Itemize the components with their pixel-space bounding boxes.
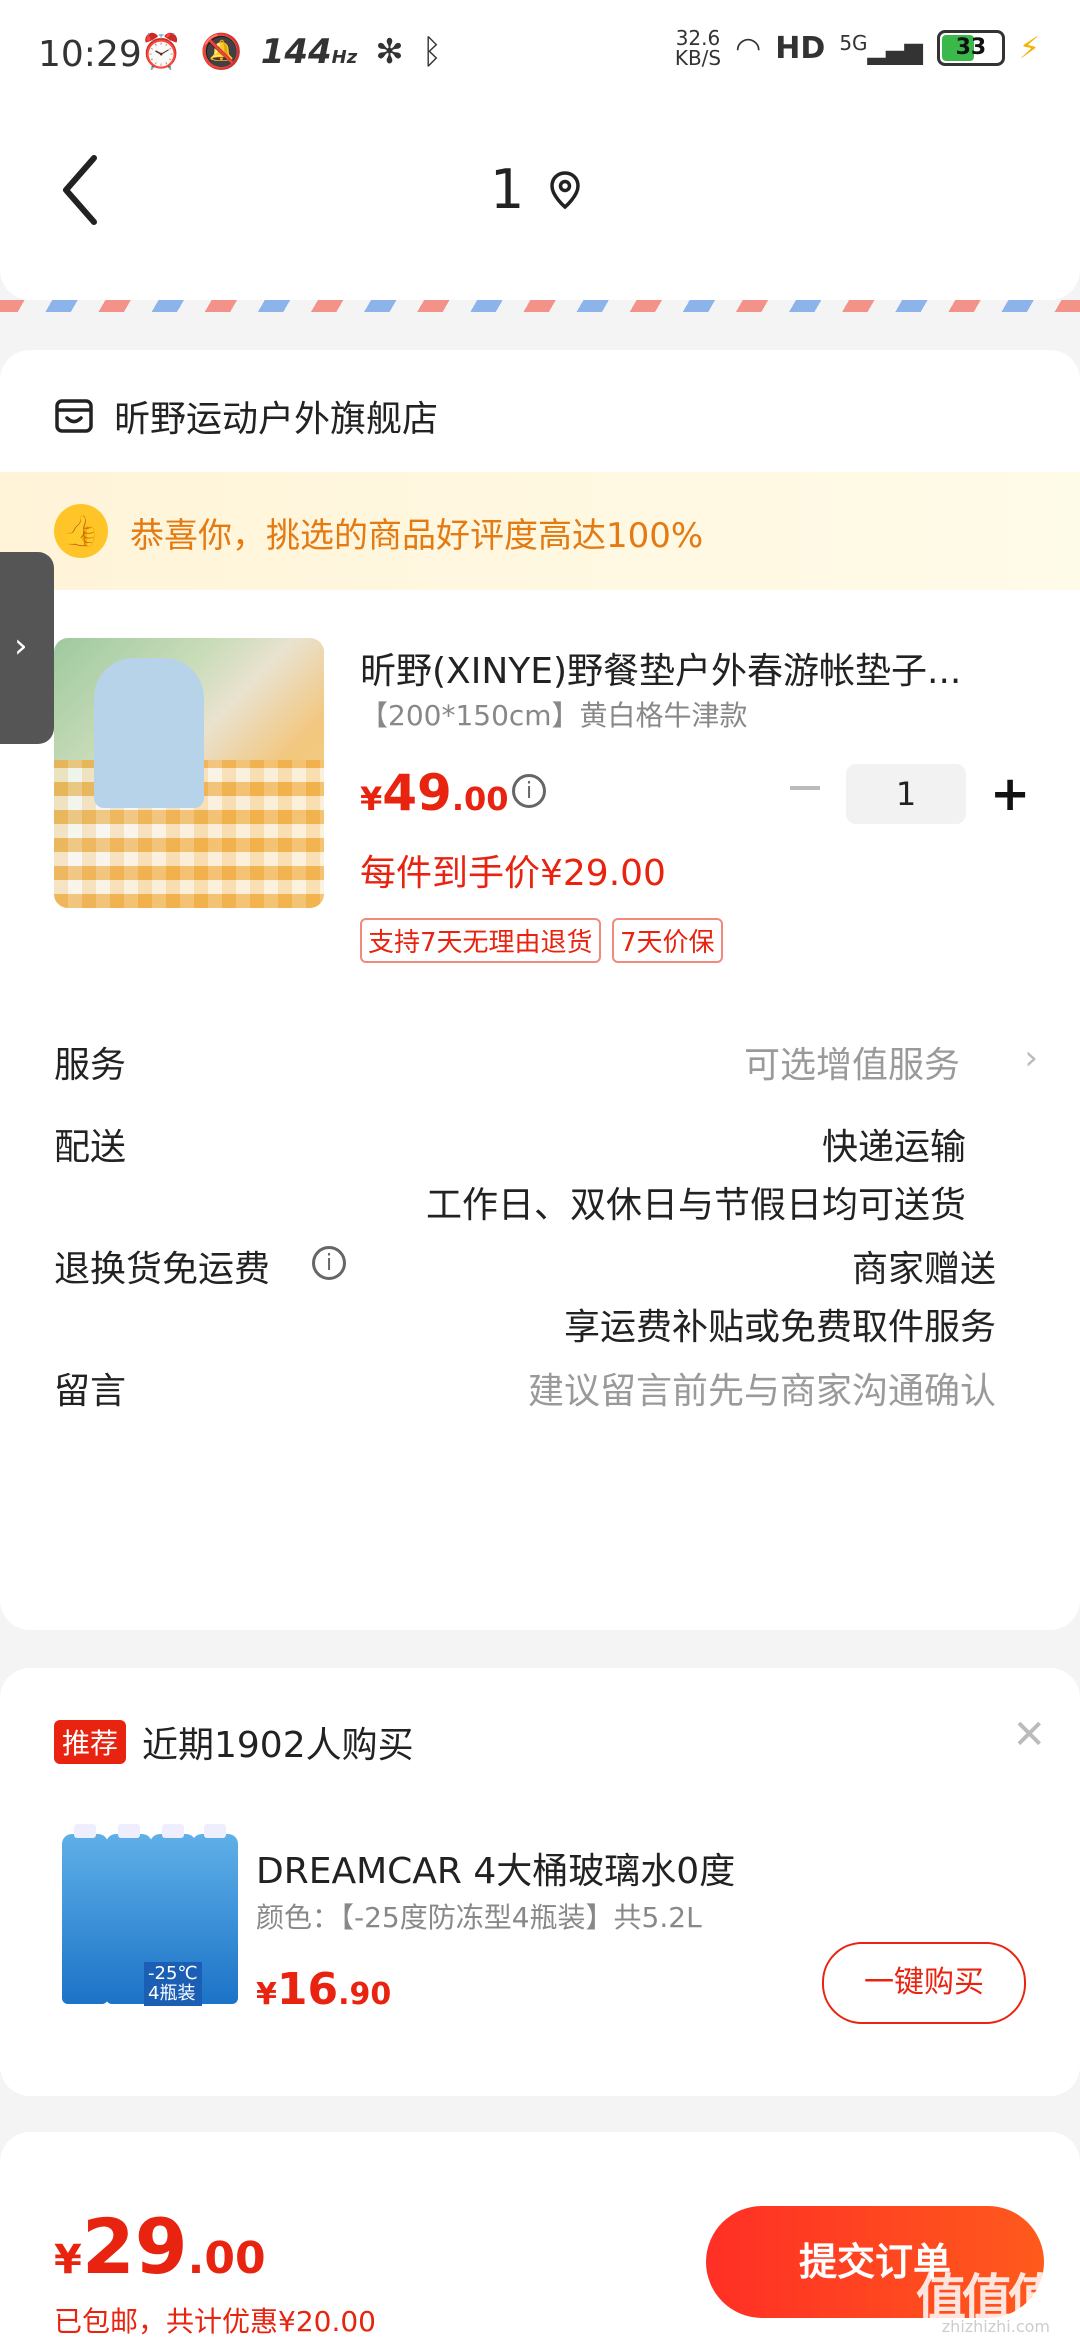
thumbs-up-icon: 👍	[54, 504, 108, 558]
recommend-product-name[interactable]: DREAMCAR 4大桶玻璃水0度	[256, 1842, 735, 1894]
praise-banner: 👍 恭喜你，挑选的商品好评度高达100%	[0, 472, 1080, 590]
recommend-image-label: -25℃ 4瓶装	[144, 1962, 202, 2006]
product-image[interactable]	[54, 638, 324, 908]
return-info-icon[interactable]: i	[312, 1246, 346, 1280]
tag-return-policy: 支持7天无理由退货	[360, 918, 601, 963]
fan-icon: ✻	[375, 32, 404, 72]
tag-price-protection: 7天价保	[612, 918, 723, 963]
message-input[interactable]: 建议留言前先与商家沟通确认	[528, 1362, 996, 1414]
store-icon	[55, 399, 93, 433]
praise-text: 恭喜你，挑选的商品好评度高达100%	[130, 516, 704, 556]
recommend-product-spec: 颜色：【-25度防冻型4瓶装】共5.2L	[256, 1901, 702, 1934]
store-header[interactable]: 昕野运动户外旗舰店	[54, 390, 438, 442]
signal-icon: 5G▂▄▆	[839, 31, 923, 65]
service-label: 服务	[54, 1045, 127, 1086]
charging-icon: ⚡	[1018, 30, 1040, 66]
service-value[interactable]: 可选增值服务	[744, 1036, 960, 1088]
airmail-border	[0, 300, 1080, 312]
checkout-bar: ¥29.00 已包邮，共计优惠¥20.00 提交订单 值值值 zhizhizhi…	[0, 2132, 1080, 2340]
alarm-icon: ⏰	[140, 32, 183, 72]
recommend-badge: 推荐	[54, 1720, 127, 1764]
delivery-label: 配送	[54, 1127, 127, 1168]
status-time: 10:29	[38, 34, 142, 75]
back-arrow-icon[interactable]	[54, 150, 114, 230]
discount-note: 已包邮，共计优惠¥20.00	[54, 2305, 376, 2338]
hd-label: HD	[775, 30, 826, 66]
return-label: 退换货免运费	[54, 1249, 271, 1290]
network-speed: 32.6 KB/S	[674, 26, 722, 70]
battery-icon: 33	[936, 30, 1005, 66]
location-pin-icon[interactable]	[548, 170, 582, 210]
product-title[interactable]: 昕野(XINYE)野餐垫户外春游帐垫子...	[360, 642, 1000, 694]
delivery-value[interactable]: 快递运输	[822, 1118, 966, 1170]
delivery-note: 工作日、双休日与节假日均可送货	[425, 1185, 966, 1226]
quantity-increase-button[interactable]: +	[990, 766, 1030, 822]
message-label: 留言	[54, 1371, 127, 1412]
order-store-card: 昕野运动户外旗舰店 👍 恭喜你，挑选的商品好评度高达100% 昕野(XINYE)…	[0, 350, 1080, 1630]
product-price: ¥49.00	[360, 764, 509, 822]
address-name[interactable]: 1	[490, 158, 524, 221]
quantity-stepper[interactable]: 1	[846, 764, 966, 824]
one-click-buy-button[interactable]: 一键购买	[822, 1942, 1026, 2024]
watermark-url: zhizhizhi.com	[941, 2317, 1050, 2336]
address-header: 1	[0, 110, 1080, 300]
bluetooth-icon: ᛒ	[421, 32, 443, 72]
status-bar: 10:29 ⏰ 🔕 144Hz ✻ ᛒ 32.6 KB/S ◠ HD 5G▂▄▆…	[0, 0, 1080, 110]
store-name: 昕野运动户外旗舰店	[114, 399, 439, 440]
total-price: ¥29.00	[54, 2202, 266, 2291]
side-drawer-handle[interactable]: ›	[0, 552, 54, 744]
arrival-price: 每件到手价¥29.00	[360, 853, 666, 894]
quantity-decrease-button[interactable]	[790, 786, 820, 790]
refresh-rate: 144Hz	[260, 32, 358, 72]
wifi-icon: ◠	[735, 30, 762, 66]
recommend-product-image[interactable]: -25℃ 4瓶装	[54, 1824, 244, 2024]
recommend-card: 推荐 近期1902人购买 ✕ -25℃ 4瓶装 DREAMCAR 4大桶玻璃水0度…	[0, 1668, 1080, 2096]
chevron-right-icon[interactable]: ›	[1024, 1038, 1038, 1078]
recommend-title: 近期1902人购买	[142, 1725, 414, 1766]
return-value: 商家赠送	[851, 1249, 996, 1290]
mute-bell-icon: 🔕	[200, 32, 243, 72]
status-icons-left: ⏰ 🔕 144Hz ✻ ᛒ	[140, 32, 442, 72]
recommend-product-price: ¥16.90	[256, 1964, 392, 2015]
price-info-icon[interactable]: i	[512, 774, 546, 808]
product-spec[interactable]: 【200*150cm】黄白格牛津款	[360, 694, 748, 734]
chevron-right-icon: ›	[14, 626, 28, 666]
return-note: 享运费补贴或免费取件服务	[563, 1307, 996, 1348]
close-icon[interactable]: ✕	[1012, 1712, 1046, 1758]
status-icons-right: 32.6 KB/S ◠ HD 5G▂▄▆ 33 ⚡	[675, 28, 1040, 68]
